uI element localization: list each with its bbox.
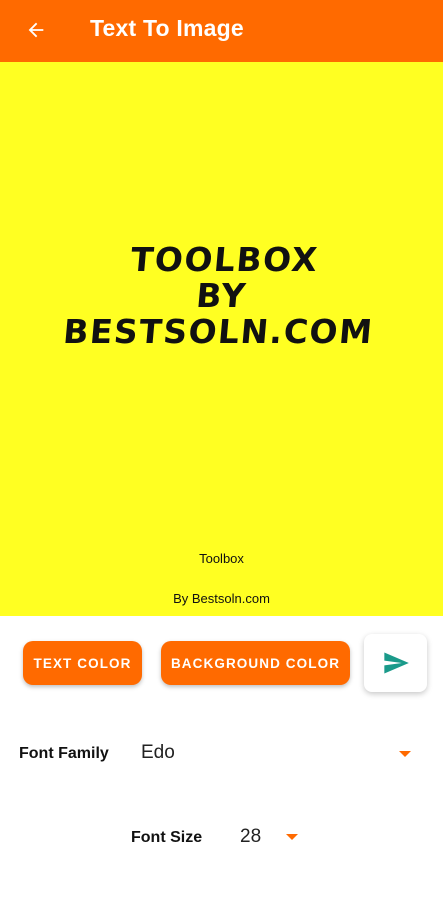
font-family-value: Edo [141,742,175,763]
preview-line: TOOLBOX [129,240,321,279]
dropdown-caret-icon [286,834,298,840]
font-family-dropdown[interactable] [132,732,422,776]
back-button[interactable] [22,16,50,44]
font-family-label: Font Family [19,745,109,762]
send-icon [383,652,409,674]
font-size-label: Font Size [131,829,203,846]
background-color-button[interactable]: BACKGROUND COLOR [161,641,350,685]
dropdown-caret-icon [399,751,411,757]
preview-line: BY [194,276,249,315]
image-preview: TOOLBOX BY BESTSOLN.COM Toolbox By Bests… [0,62,443,616]
app-bar: Text To Image [0,0,443,62]
preview-main-text: TOOLBOX BY BESTSOLN.COM [0,240,443,351]
preview-caption-2: By Bestsoln.com [173,591,270,606]
send-button[interactable] [364,634,427,692]
preview-line: BESTSOLN.COM [61,312,376,351]
page-title: Text To Image [90,15,244,41]
preview-caption-1: Toolbox [199,551,244,566]
arrow-back-icon [28,22,44,38]
text-color-button[interactable]: TEXT COLOR [23,641,142,685]
font-size-value: 28 [240,826,262,847]
